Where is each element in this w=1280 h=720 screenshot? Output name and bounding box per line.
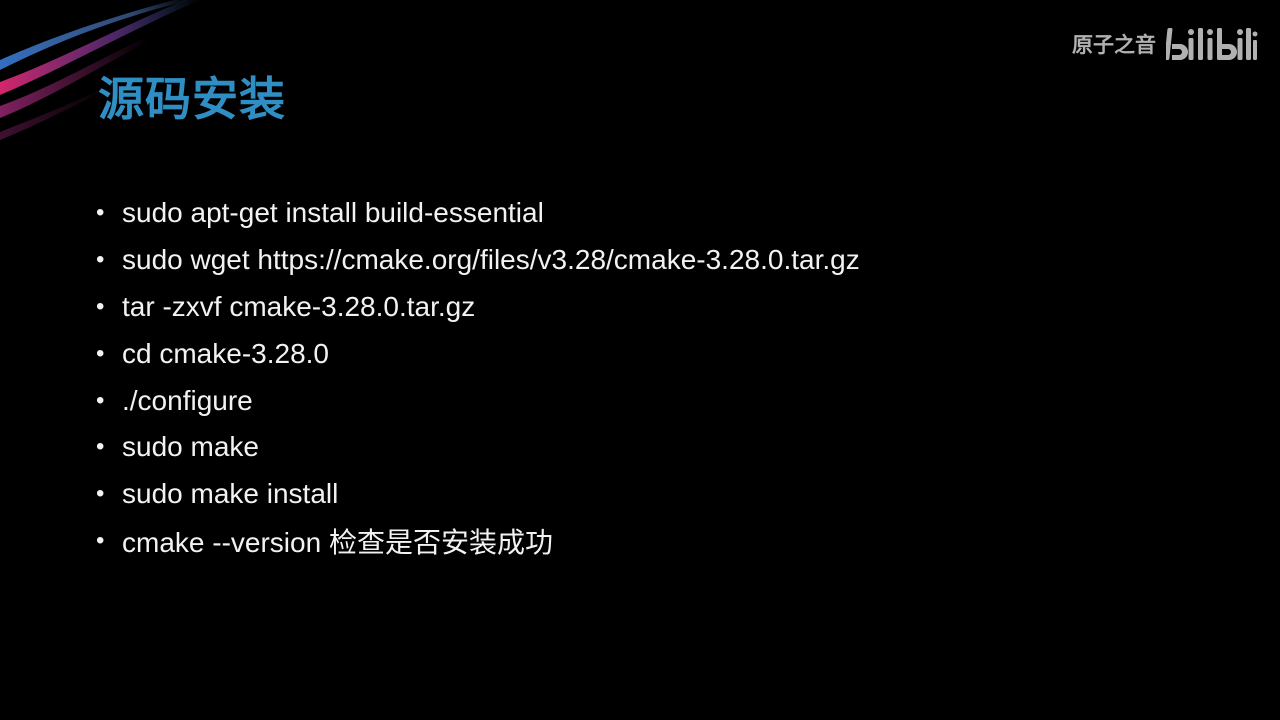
list-item: • sudo apt-get install build-essential [96, 190, 860, 237]
slide-title: 源码安装 [98, 72, 286, 126]
list-item: • cmake --version 检查是否安装成功 [96, 518, 860, 565]
presentation-slide: 源码安装 • sudo apt-get install build-essent… [0, 0, 1280, 720]
list-item: • cd cmake-3.28.0 [96, 330, 860, 377]
list-item: • sudo make [96, 424, 860, 471]
bullet-icon: • [96, 339, 105, 367]
command-text: tar -zxvf cmake-3.28.0.tar.gz [122, 290, 476, 322]
command-text: cd cmake-3.28.0 [122, 337, 329, 369]
command-text: sudo wget https://cmake.org/files/v3.28/… [122, 244, 860, 276]
video-watermark: 原子之音 [1072, 24, 1258, 64]
command-list: • sudo apt-get install build-essential •… [96, 190, 860, 564]
bullet-icon: • [96, 246, 105, 274]
bullet-icon: • [96, 386, 105, 414]
bullet-icon: • [96, 526, 105, 554]
bullet-icon: • [96, 292, 105, 320]
list-item: • sudo make install [96, 471, 860, 518]
bilibili-logo-icon [1166, 28, 1258, 60]
bullet-icon: • [96, 433, 105, 461]
command-text: ./configure [122, 384, 253, 416]
channel-name: 原子之音 [1072, 33, 1156, 57]
bullet-icon: • [96, 199, 105, 227]
list-item: • ./configure [96, 377, 860, 424]
command-text: sudo make install [122, 478, 339, 510]
bullet-icon: • [96, 480, 105, 508]
command-text: sudo apt-get install build-essential [122, 197, 544, 229]
command-text: sudo make [122, 431, 259, 463]
command-text: cmake --version 检查是否安装成功 [122, 526, 553, 558]
list-item: • sudo wget https://cmake.org/files/v3.2… [96, 237, 860, 284]
list-item: • tar -zxvf cmake-3.28.0.tar.gz [96, 284, 860, 331]
